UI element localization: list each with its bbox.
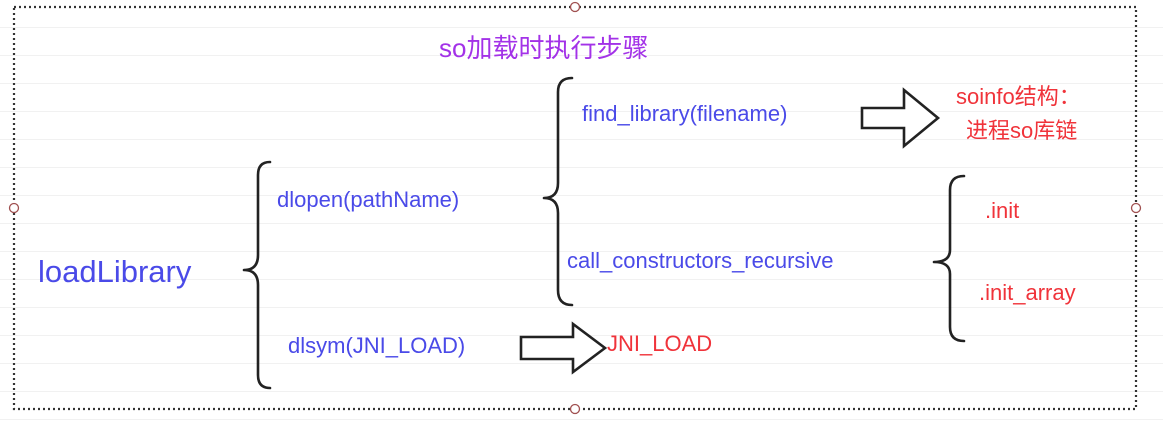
node-call-constructors: call_constructors_recursive (567, 248, 834, 273)
root-node-loadlibrary: loadLibrary (38, 254, 192, 289)
resize-handle-top[interactable] (569, 1, 581, 13)
node-dlsym: dlsym(JNI_LOAD) (288, 333, 466, 358)
node-find-library: find_library(filename) (582, 101, 788, 126)
result-soinfo-line2: 进程so库链 (966, 118, 1078, 143)
result-init: .init (985, 198, 1020, 223)
arrow-dlsym (519, 321, 608, 375)
resize-handle-right[interactable] (1130, 202, 1142, 214)
resize-handle-bottom[interactable] (569, 403, 581, 415)
node-dlopen: dlopen(pathName) (277, 187, 460, 212)
brace-constructors (932, 174, 966, 343)
result-soinfo-line1: soinfo结构： (956, 84, 1081, 109)
brace-loadlibrary (242, 160, 272, 390)
resize-handle-left[interactable] (8, 202, 20, 214)
diagram-title: so加载时执行步骤 (439, 33, 649, 63)
result-init-array: .init_array (979, 280, 1076, 305)
result-jni-load: JNI_LOAD (607, 331, 713, 356)
diagram-canvas: so加载时执行步骤 loadLibrary dlopen(pathName) d… (0, 0, 1163, 435)
arrow-find-library (860, 87, 941, 149)
